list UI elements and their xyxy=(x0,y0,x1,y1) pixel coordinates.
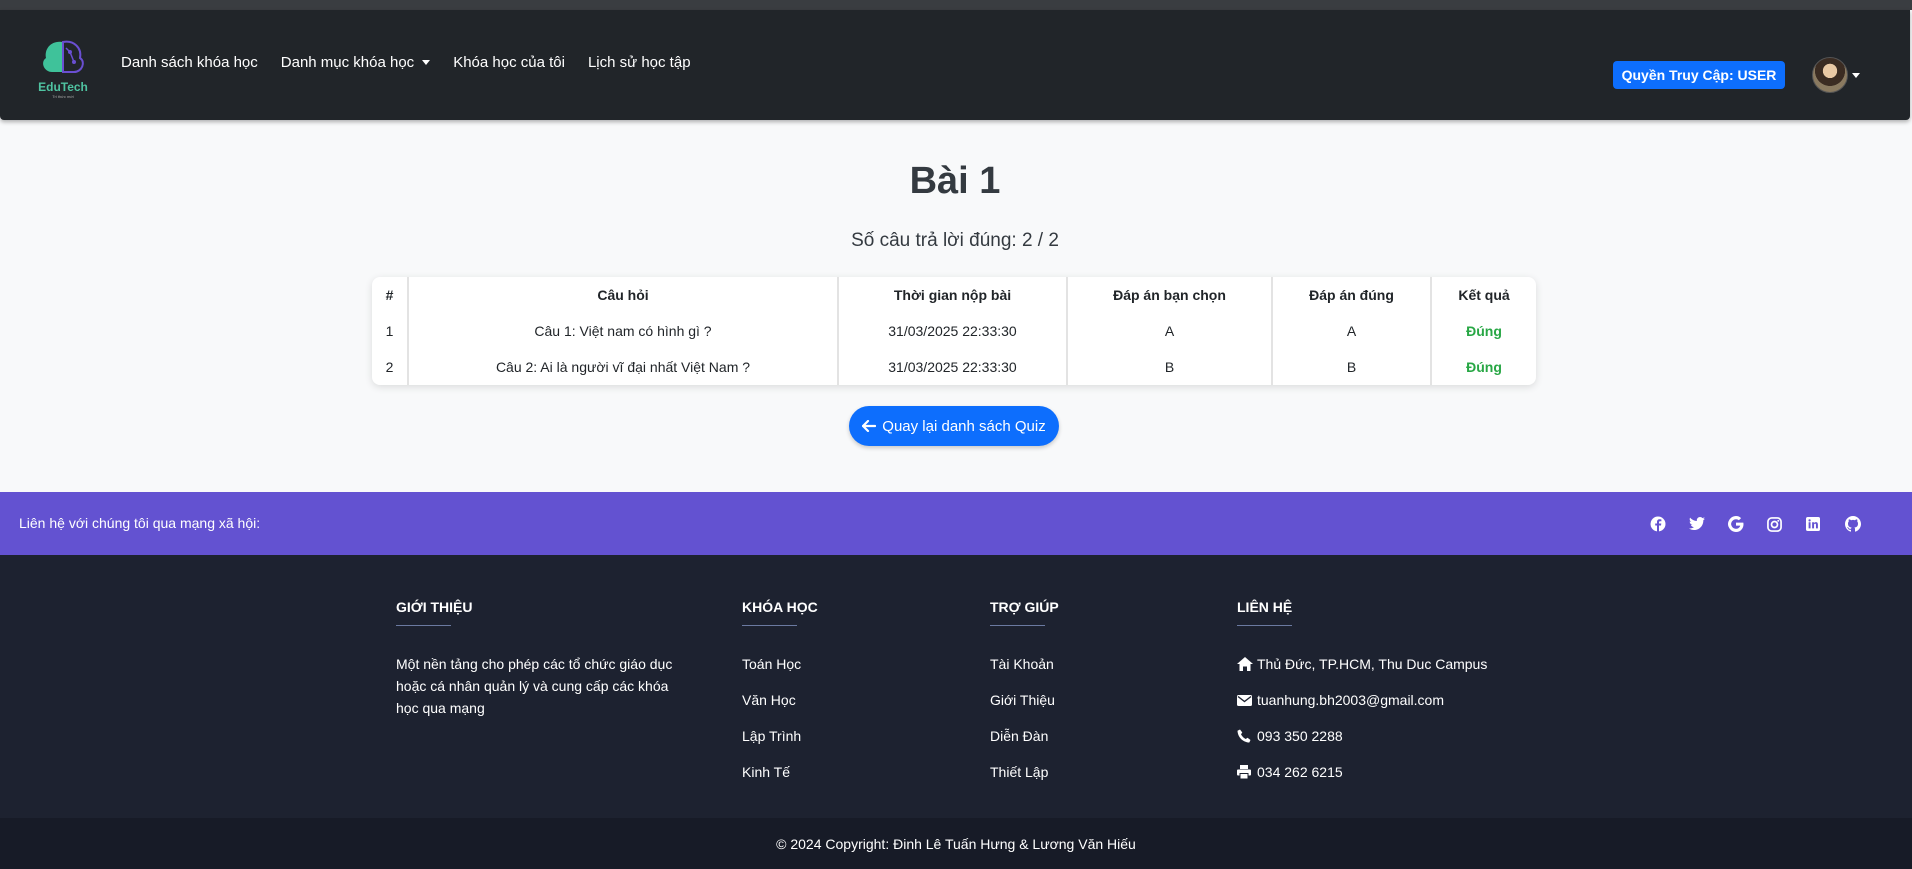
cell-question: Câu 1: Việt nam có hình gì ? xyxy=(407,313,838,349)
footer-link-economics[interactable]: Kinh Tế xyxy=(742,754,818,790)
social-bar: Liên hệ với chúng tôi qua mạng xã hội: xyxy=(0,492,1912,555)
contact-email: tuanhung.bh2003@gmail.com xyxy=(1237,682,1487,718)
cell-num: 1 xyxy=(385,323,394,339)
arrow-left-icon xyxy=(862,420,877,432)
footer-about: GIỚI THIỆU Một nền tảng cho phép các tổ … xyxy=(396,599,686,719)
chevron-down-icon xyxy=(422,60,431,65)
role-badge[interactable]: Quyền Truy Cập: USER xyxy=(1613,61,1785,89)
cell-question: Câu 2: Ai là người vĩ đại nhất Việt Nam … xyxy=(407,349,838,385)
table-header-row: # Câu hỏi Thời gian nộp bài Đáp án bạn c… xyxy=(372,277,1536,313)
copyright: © 2024 Copyright: Đinh Lê Tuấn Hưng & Lư… xyxy=(0,818,1912,869)
col-header-correct: Đáp án đúng xyxy=(1271,277,1431,313)
social-text: Liên hệ với chúng tôi qua mạng xã hội: xyxy=(19,515,261,531)
nav-course-categories[interactable]: Danh mục khóa học xyxy=(281,54,431,71)
home-icon xyxy=(1237,657,1255,671)
nav-learning-history[interactable]: Lịch sử học tập xyxy=(588,54,691,71)
table-row: 1 Câu 1: Việt nam có hình gì ? 31/03/202… xyxy=(372,313,1536,349)
footer-contact-title: LIÊN HỆ xyxy=(1237,599,1293,615)
footer-courses: KHÓA HỌC Toán Học Văn Học Lập Trình Kinh… xyxy=(742,599,818,790)
cell-correct: A xyxy=(1271,313,1431,349)
brain-icon xyxy=(43,40,84,73)
table-row: 2 Câu 2: Ai là người vĩ đại nhất Việt Na… xyxy=(372,349,1536,385)
nav-course-list[interactable]: Danh sách khóa học xyxy=(121,54,258,71)
divider xyxy=(396,625,451,626)
logo-subtitle: Tri thức mới xyxy=(52,94,74,99)
cell-chosen: B xyxy=(1066,349,1272,385)
linkedin-icon[interactable] xyxy=(1806,514,1845,534)
edutech-logo[interactable]: EduTech Tri thức mới xyxy=(36,38,90,99)
google-icon[interactable] xyxy=(1728,514,1767,534)
facebook-icon[interactable] xyxy=(1650,514,1689,534)
printer-icon xyxy=(1237,765,1255,779)
footer-link-forum[interactable]: Diễn Đàn xyxy=(990,718,1059,754)
footer-courses-title: KHÓA HỌC xyxy=(742,599,818,615)
back-to-quiz-list-button[interactable]: Quay lại danh sách Quiz xyxy=(849,406,1059,446)
phone-icon xyxy=(1237,729,1255,743)
page-title: Bài 1 xyxy=(909,160,1001,202)
col-header-question: Câu hỏi xyxy=(407,277,838,313)
col-header-result: Kết quả xyxy=(1430,277,1536,313)
col-header-num: # xyxy=(385,287,394,303)
footer-about-text: Một nền tảng cho phép các tổ chức giáo d… xyxy=(396,656,673,716)
contact-address: Thủ Đức, TP.HCM, Thu Duc Campus xyxy=(1237,646,1487,682)
instagram-icon[interactable] xyxy=(1767,514,1806,534)
cell-result: Đúng xyxy=(1430,313,1536,349)
score-summary: Số câu trả lời đúng: 2 / 2 xyxy=(851,230,1059,251)
divider xyxy=(990,625,1045,626)
col-header-time: Thời gian nộp bài xyxy=(837,277,1067,313)
col-header-chosen: Đáp án bạn chọn xyxy=(1066,277,1272,313)
main-nav: Danh sách khóa học Danh mục khóa học Khó… xyxy=(121,54,714,71)
navbar: EduTech Tri thức mới Danh sách khóa học … xyxy=(0,10,1910,120)
footer-link-about[interactable]: Giới Thiệu xyxy=(990,682,1059,718)
nav-my-courses[interactable]: Khóa học của tôi xyxy=(453,54,565,71)
cell-correct: B xyxy=(1271,349,1431,385)
divider xyxy=(1237,625,1292,626)
results-table: # Câu hỏi Thời gian nộp bài Đáp án bạn c… xyxy=(372,277,1536,385)
footer-link-settings[interactable]: Thiết Lập xyxy=(990,754,1059,790)
footer: GIỚI THIỆU Một nền tảng cho phép các tổ … xyxy=(0,555,1912,818)
cell-chosen: A xyxy=(1066,313,1272,349)
footer-link-math[interactable]: Toán Học xyxy=(742,646,818,682)
cell-num: 2 xyxy=(385,359,394,375)
footer-link-literature[interactable]: Văn Học xyxy=(742,682,818,718)
footer-about-title: GIỚI THIỆU xyxy=(396,599,473,615)
footer-link-account[interactable]: Tài Khoản xyxy=(990,646,1059,682)
footer-contact: LIÊN HỆ Thủ Đức, TP.HCM, Thu Duc Campus … xyxy=(1237,599,1487,790)
results-table-card: # Câu hỏi Thời gian nộp bài Đáp án bạn c… xyxy=(372,277,1536,385)
envelope-icon xyxy=(1237,694,1255,706)
browser-top-strip xyxy=(0,0,1912,10)
social-icons xyxy=(1650,514,1884,534)
twitter-icon[interactable] xyxy=(1689,514,1728,534)
divider xyxy=(742,625,797,626)
cell-time: 31/03/2025 22:33:30 xyxy=(837,349,1067,385)
avatar-chevron-down-icon[interactable] xyxy=(1852,73,1860,78)
footer-link-programming[interactable]: Lập Trình xyxy=(742,718,818,754)
logo-text: EduTech xyxy=(38,80,88,94)
footer-help: TRỢ GIÚP Tài Khoản Giới Thiệu Diễn Đàn T… xyxy=(990,599,1059,790)
back-button-label: Quay lại danh sách Quiz xyxy=(882,417,1046,435)
footer-help-title: TRỢ GIÚP xyxy=(990,599,1059,615)
contact-fax: 034 262 6215 xyxy=(1237,754,1487,790)
avatar[interactable] xyxy=(1812,57,1848,93)
cell-time: 31/03/2025 22:33:30 xyxy=(837,313,1067,349)
github-icon[interactable] xyxy=(1845,514,1884,534)
contact-phone: 093 350 2288 xyxy=(1237,718,1487,754)
cell-result: Đúng xyxy=(1430,349,1536,385)
